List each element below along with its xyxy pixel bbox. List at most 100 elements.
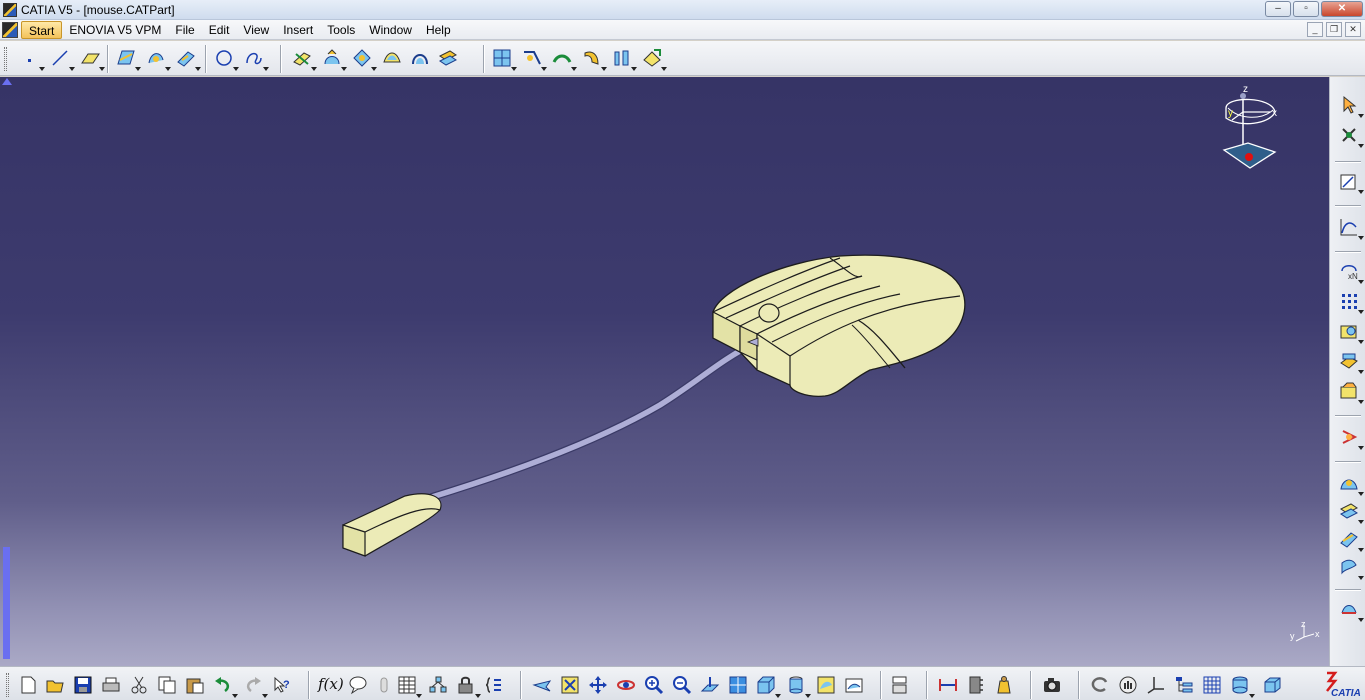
revolve-surface-icon[interactable] [146,48,171,71]
lock-icon[interactable] [456,675,481,698]
blend-icon[interactable] [410,48,430,68]
thickness-icon[interactable] [612,48,637,71]
snap-icon[interactable] [1339,125,1364,148]
mouse-body[interactable] [712,254,966,397]
tree-icon[interactable] [1339,427,1364,450]
healing-icon[interactable] [382,48,402,68]
copy-icon[interactable] [157,675,177,695]
toolbar-grip[interactable] [4,47,7,71]
maximize-button[interactable]: ▫ [1293,1,1319,17]
redo-icon[interactable] [243,675,268,698]
parameter-icon[interactable] [374,675,394,695]
trim-icon[interactable] [322,48,347,71]
sweep-surface-icon[interactable] [176,48,201,71]
menu-help[interactable]: Help [419,21,458,39]
circle-icon[interactable] [214,48,239,71]
draft-icon[interactable] [582,48,607,71]
wireframe-icon[interactable] [1339,529,1364,552]
menu-start[interactable]: Start [21,20,63,39]
fill-icon[interactable] [438,48,458,68]
menu-edit[interactable]: Edit [202,21,237,39]
formula-icon[interactable]: f(x) [318,674,344,694]
grab-icon[interactable] [1118,675,1138,695]
swept-icon[interactable] [1339,557,1364,580]
shell-icon[interactable] [552,48,577,71]
zoom-out-icon[interactable] [672,675,692,695]
minimize-button[interactable]: ‒ [1265,1,1291,17]
render-icon[interactable] [1339,473,1364,496]
iso-view-icon[interactable] [728,675,748,695]
doc-close-button[interactable]: ✕ [1345,22,1361,37]
plane-icon[interactable] [80,48,105,71]
sketcher-icon[interactable] [1339,171,1364,194]
join-icon[interactable] [352,48,377,71]
surface-icon[interactable] [1339,501,1364,524]
fly-mode-icon[interactable] [532,675,552,695]
box-icon[interactable] [1262,675,1282,695]
menu-insert[interactable]: Insert [276,21,320,39]
measure-between-icon[interactable] [938,675,958,695]
settings-icon[interactable] [1339,599,1364,622]
measure-icon[interactable] [1339,321,1364,344]
extrude-surface-icon[interactable] [116,48,141,71]
fillet-icon[interactable] [522,48,547,71]
toolbar-grip[interactable] [6,673,9,697]
pan-icon[interactable] [588,675,608,695]
transform-icon[interactable] [642,48,667,71]
grid-icon[interactable] [1202,675,1222,695]
rotate-icon[interactable] [616,675,636,695]
knowledge-icon[interactable] [484,675,504,695]
analysis-icon[interactable] [1339,351,1364,374]
boolean-icon[interactable] [492,48,517,71]
save-icon[interactable] [73,675,93,695]
pattern-icon[interactable] [1339,291,1364,314]
shading-icon[interactable] [816,675,836,695]
curve-icon[interactable] [1339,217,1364,240]
offset-icon[interactable]: xN [1339,261,1364,284]
cylinder-view-icon[interactable] [786,675,811,698]
open-icon[interactable] [45,675,65,695]
front-view-icon[interactable] [756,675,781,698]
spec-tree-icon[interactable] [1174,675,1194,695]
close-button[interactable]: ✕ [1321,1,1363,17]
undo-icon[interactable] [213,675,238,698]
multiview-icon[interactable] [890,675,910,695]
cut-icon[interactable] [129,675,149,695]
table-icon[interactable] [397,675,422,698]
measure-item-icon[interactable] [966,675,986,695]
toolbar-separator [1030,671,1031,699]
zoom-in-icon[interactable] [644,675,664,695]
menu-view[interactable]: View [236,21,276,39]
doc-minimize-button[interactable]: _ [1307,22,1323,37]
document-icon[interactable] [2,21,18,38]
catalog-icon[interactable] [428,675,448,695]
fit-all-icon[interactable] [560,675,580,695]
menu-enovia[interactable]: ENOVIA V5 VPM [62,21,168,39]
doc-restore-button[interactable]: ❐ [1326,22,1342,37]
part-geometry[interactable]: z x y z x y [0,77,1329,666]
paste-icon[interactable] [185,675,205,695]
menu-file[interactable]: File [168,21,201,39]
material-icon[interactable] [1339,381,1364,404]
point-icon[interactable] [20,48,45,71]
compass-widget[interactable]: z x y [1222,84,1277,169]
menu-tools[interactable]: Tools [320,21,362,39]
3d-viewport[interactable]: z x y z x y [0,77,1329,666]
axis-icon[interactable] [1146,675,1166,695]
cylinder-icon[interactable] [1230,675,1255,698]
new-icon[interactable] [18,675,38,695]
capture-icon[interactable] [1042,675,1062,695]
whats-this-icon[interactable]: ? [272,675,292,695]
line-icon[interactable] [50,48,75,71]
normal-view-icon[interactable] [700,675,720,695]
menu-window[interactable]: Window [362,21,419,39]
select-arrow-icon[interactable] [1339,95,1364,118]
spline-icon[interactable] [244,48,269,71]
print-icon[interactable] [101,675,121,695]
edges-icon[interactable] [844,675,864,695]
split-icon[interactable] [292,48,317,71]
usb-connector[interactable] [342,493,442,557]
inertia-icon[interactable] [994,675,1014,695]
update-icon[interactable] [1090,675,1110,695]
annotation-icon[interactable] [348,675,368,695]
